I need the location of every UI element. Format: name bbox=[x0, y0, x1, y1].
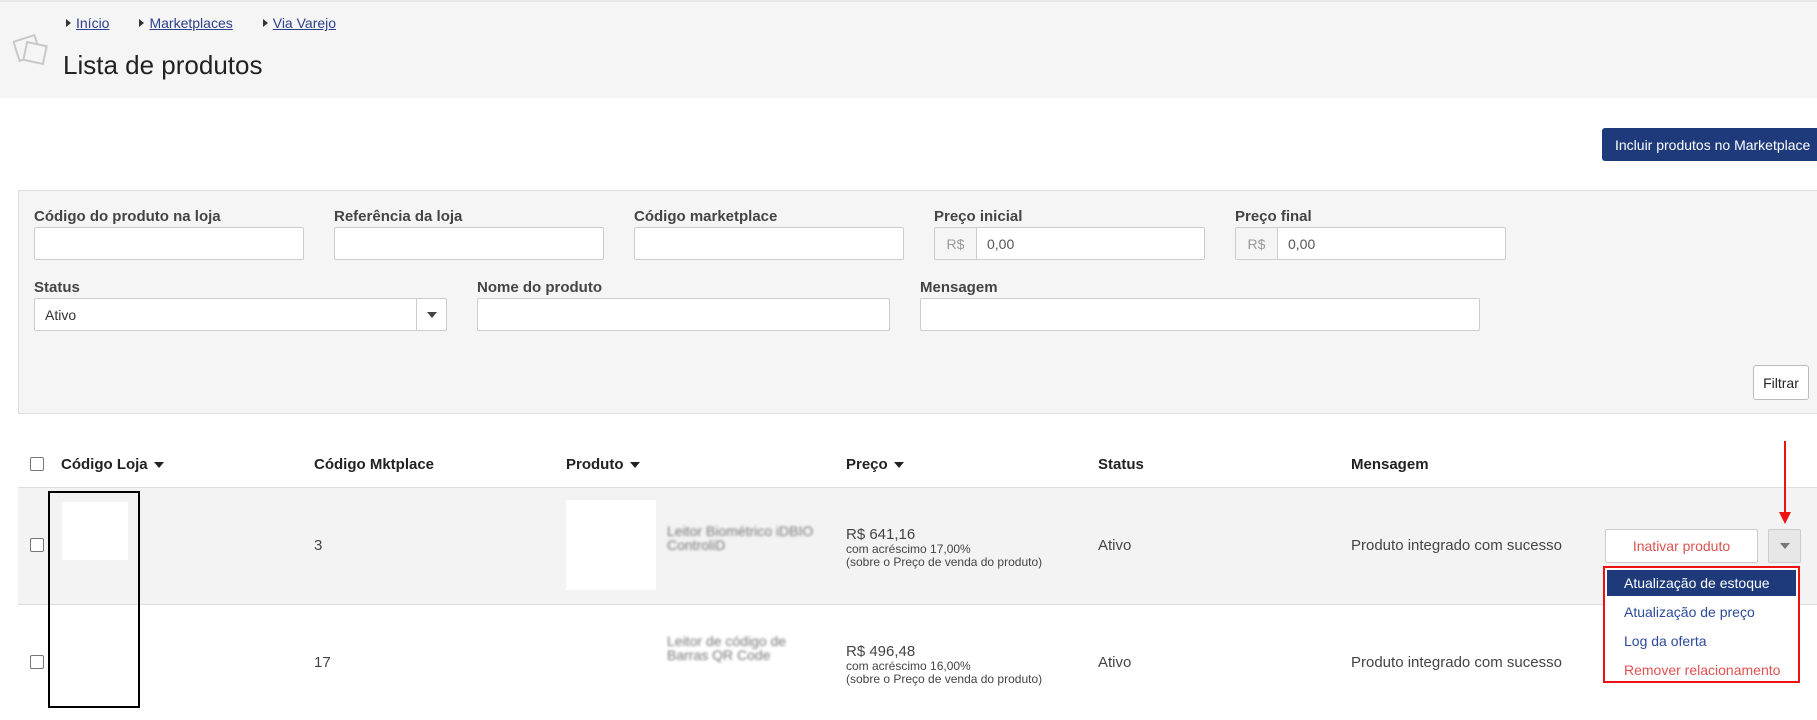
annotation-arrow-head bbox=[1779, 512, 1791, 524]
select-all-checkbox[interactable] bbox=[30, 457, 44, 471]
codigo-marketplace-input[interactable] bbox=[634, 227, 904, 260]
filter-label-codigo-loja: Código do produto na loja bbox=[34, 208, 221, 225]
row-actions-dropdown-button[interactable] bbox=[1768, 529, 1801, 563]
inactivate-product-button[interactable]: Inativar produto bbox=[1605, 529, 1758, 563]
filter-label-status: Status bbox=[34, 279, 80, 296]
status-cell: Ativo bbox=[1098, 654, 1132, 671]
codigo-mktplace-cell: 17 bbox=[314, 654, 331, 671]
price-value: R$ 496,48 bbox=[846, 643, 916, 660]
product-image bbox=[566, 500, 656, 590]
sort-caret-icon bbox=[893, 461, 904, 468]
filter-label-codigo-marketplace: Código marketplace bbox=[634, 208, 778, 225]
breadcrumb-item-marketplaces[interactable]: Marketplaces bbox=[139, 15, 233, 31]
annotation-black-box bbox=[48, 491, 140, 708]
column-header-preco[interactable]: Preço bbox=[846, 456, 904, 473]
page-title: Lista de produtos bbox=[63, 50, 263, 80]
filter-label-referencia: Referência da loja bbox=[334, 208, 463, 225]
status-select[interactable]: Ativo bbox=[34, 298, 447, 331]
annotation-arrow-line bbox=[1784, 441, 1786, 515]
chevron-down-icon bbox=[1779, 543, 1790, 549]
price-note: (sobre o Preço de venda do produto) bbox=[846, 672, 1043, 686]
sort-caret-icon bbox=[629, 461, 640, 468]
breadcrumb-item-via-varejo[interactable]: Via Varejo bbox=[262, 15, 336, 31]
menu-item-atualizacao-preco[interactable]: Atualização de preço bbox=[1607, 599, 1796, 625]
column-header-codigo-loja[interactable]: Código Loja bbox=[61, 456, 164, 473]
codigo-loja-input[interactable] bbox=[34, 227, 304, 260]
filter-label-preco-inicial: Preço inicial bbox=[934, 208, 1023, 225]
price-cell: R$ 641,16 com acréscimo 17,00% (sobre o … bbox=[846, 526, 1042, 569]
filter-label-mensagem: Mensagem bbox=[920, 279, 998, 296]
products-icon bbox=[13, 33, 48, 66]
codigo-mktplace-cell: 3 bbox=[314, 537, 323, 554]
include-products-button[interactable]: Incluir produtos no Marketplace bbox=[1602, 128, 1817, 161]
column-header-produto[interactable]: Produto bbox=[566, 456, 640, 473]
chevron-right-icon bbox=[139, 19, 145, 27]
column-header-mensagem: Mensagem bbox=[1351, 456, 1429, 473]
price-value: R$ 641,16 bbox=[846, 526, 916, 543]
nome-produto-input[interactable] bbox=[477, 298, 890, 331]
product-name[interactable]: Leitor Biométrico iDBIO ControliD bbox=[667, 524, 827, 552]
breadcrumb: Início Marketplaces Via Varejo bbox=[66, 15, 366, 31]
menu-item-remover-relacionamento[interactable]: Remover relacionamento bbox=[1607, 657, 1796, 683]
chevron-right-icon bbox=[66, 19, 71, 27]
referencia-input[interactable] bbox=[334, 227, 604, 260]
filter-label-nome: Nome do produto bbox=[477, 279, 602, 296]
preco-final-input[interactable]: R$ 0,00 bbox=[1235, 227, 1506, 260]
filter-button[interactable]: Filtrar bbox=[1753, 365, 1809, 400]
mensagem-cell: Produto integrado com sucesso bbox=[1351, 654, 1562, 671]
menu-item-atualizacao-estoque[interactable]: Atualização de estoque bbox=[1607, 570, 1796, 596]
page-header: Início Marketplaces Via Varejo Lista de … bbox=[0, 0, 1817, 98]
column-header-codigo-mktplace: Código Mktplace bbox=[314, 456, 435, 473]
mensagem-cell: Produto integrado com sucesso bbox=[1351, 537, 1562, 554]
chevron-down-icon bbox=[416, 299, 446, 330]
mensagem-input[interactable] bbox=[920, 298, 1480, 331]
currency-prefix: R$ bbox=[935, 228, 977, 259]
table-divider bbox=[18, 604, 1817, 605]
price-cell: R$ 496,48 com acréscimo 16,00% (sobre o … bbox=[846, 643, 1042, 686]
breadcrumb-link[interactable]: Início bbox=[76, 15, 109, 31]
row-actions-menu: Atualização de estoque Atualização de pr… bbox=[1603, 566, 1800, 683]
status-cell: Ativo bbox=[1098, 537, 1132, 554]
row-checkbox[interactable] bbox=[30, 538, 44, 552]
row-checkbox[interactable] bbox=[30, 655, 44, 669]
column-header-status: Status bbox=[1098, 456, 1144, 473]
sort-caret-icon bbox=[153, 461, 164, 468]
price-note: (sobre o Preço de venda do produto) bbox=[846, 555, 1043, 569]
product-name[interactable]: Leitor de código de Barras QR Code bbox=[667, 634, 802, 662]
filter-label-preco-final: Preço final bbox=[1235, 208, 1312, 225]
menu-item-log-oferta[interactable]: Log da oferta bbox=[1607, 628, 1796, 654]
chevron-right-icon bbox=[262, 19, 268, 27]
preco-inicial-input[interactable]: R$ 0,00 bbox=[934, 227, 1205, 260]
breadcrumb-link[interactable]: Marketplaces bbox=[149, 15, 232, 31]
breadcrumb-item-inicio[interactable]: Início bbox=[66, 15, 109, 31]
currency-prefix: R$ bbox=[1236, 228, 1278, 259]
breadcrumb-link[interactable]: Via Varejo bbox=[273, 15, 336, 31]
